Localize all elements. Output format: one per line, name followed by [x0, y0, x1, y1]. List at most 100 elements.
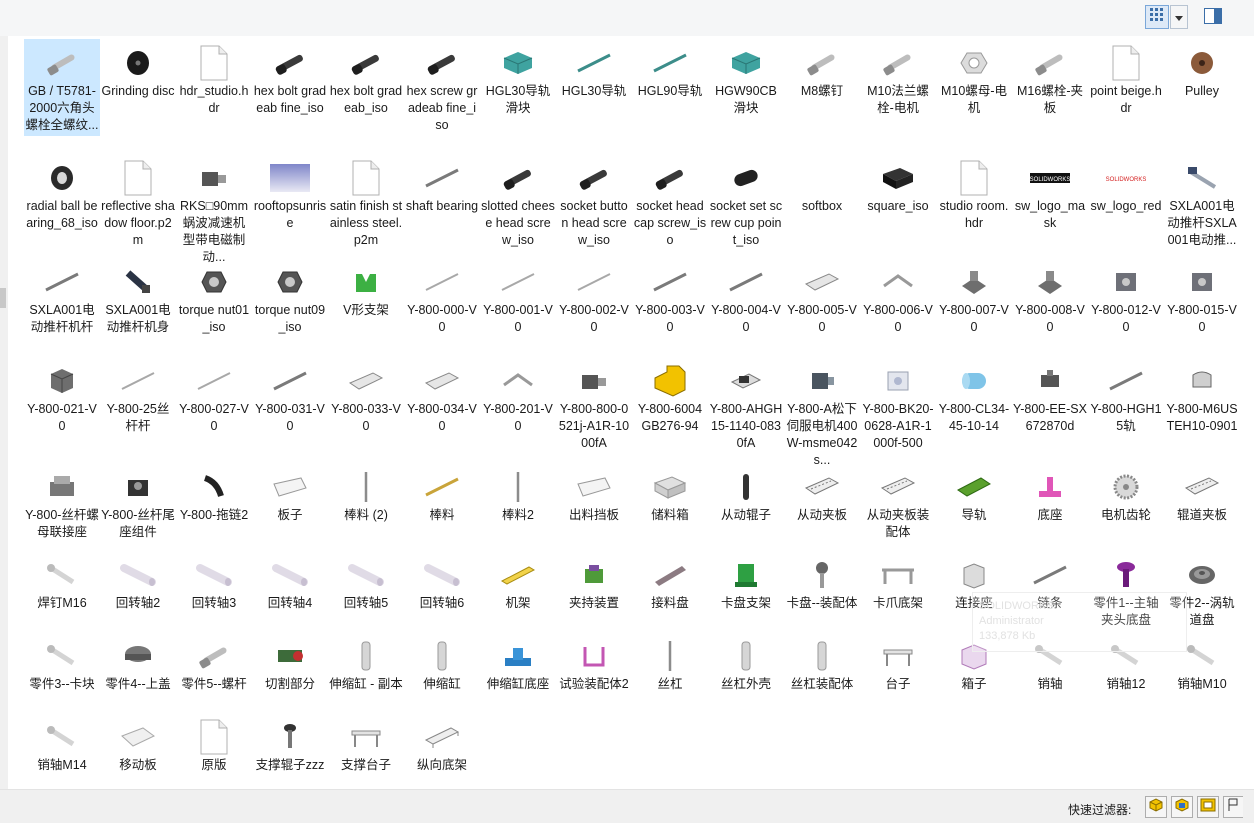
file-item[interactable]: 辊道夹板	[1164, 463, 1240, 526]
file-item[interactable]: socket set screw cup point_iso	[708, 154, 784, 251]
file-item[interactable]: Y-800-008-V0	[1012, 258, 1088, 338]
file-item[interactable]: 电机齿轮	[1088, 463, 1164, 526]
file-item[interactable]: softbox	[784, 154, 860, 217]
file-item[interactable]: Y-800-000-V0	[404, 258, 480, 338]
splitter-handle[interactable]	[0, 288, 6, 308]
file-item[interactable]: 支撑台子	[328, 713, 404, 776]
file-item[interactable]: 卡盘支架	[708, 551, 784, 614]
file-item[interactable]: 试验装配体2	[556, 632, 632, 695]
file-item[interactable]: 零件4--上盖	[100, 632, 176, 695]
file-item[interactable]: HGL30导轨 滑块	[480, 39, 556, 119]
file-item[interactable]: Y-800-005-V0	[784, 258, 860, 338]
file-item[interactable]: M8螺钉	[784, 39, 860, 102]
filter-assemblies-button[interactable]	[1171, 796, 1193, 818]
file-item[interactable]: 储料箱	[632, 463, 708, 526]
large-icons-view-button[interactable]	[1145, 5, 1169, 29]
file-item[interactable]: satin finish stainless steel.p2m	[328, 154, 404, 251]
file-item[interactable]: hdr_studio.hdr	[176, 39, 252, 119]
file-item[interactable]: Pulley	[1164, 39, 1240, 102]
file-item[interactable]: 棒料2	[480, 463, 556, 526]
file-item[interactable]: RKS□90mm蜗波减速机型带电磁制动...	[176, 154, 252, 268]
file-item[interactable]: Y-800-EE-SX672870d	[1012, 357, 1088, 437]
file-item[interactable]: torque nut09_iso	[252, 258, 328, 338]
file-item[interactable]: Y-800-6004 GB276-94	[632, 357, 708, 437]
file-item[interactable]: Y-800-丝杆螺母联接座	[24, 463, 100, 543]
file-item[interactable]: 夹持装置	[556, 551, 632, 614]
file-item[interactable]: shaft bearing	[404, 154, 480, 217]
file-item[interactable]: 导轨	[936, 463, 1012, 526]
file-item[interactable]: torque nut01_iso	[176, 258, 252, 338]
file-item[interactable]: 切割部分	[252, 632, 328, 695]
file-item[interactable]: 从动夹板装配体	[860, 463, 936, 543]
file-item[interactable]: 卡盘--装配体	[784, 551, 860, 614]
file-item[interactable]: 板子	[252, 463, 328, 526]
file-item[interactable]: V形支架	[328, 258, 404, 321]
file-item[interactable]: 原版	[176, 713, 252, 776]
file-item[interactable]: M10螺母-电机	[936, 39, 1012, 119]
file-item[interactable]: rooftopsunrise	[252, 154, 328, 234]
file-item[interactable]: Y-800-003-V0	[632, 258, 708, 338]
file-item[interactable]: Y-800-006-V0	[860, 258, 936, 338]
filter-parts-button[interactable]	[1145, 796, 1167, 818]
file-item[interactable]: HGW90CB滑块	[708, 39, 784, 119]
file-item[interactable]: radial ball bearing_68_iso	[24, 154, 100, 234]
file-item[interactable]: Y-800-021-V0	[24, 357, 100, 437]
file-item[interactable]: slotted cheese head screw_iso	[480, 154, 556, 251]
file-item[interactable]: SXLA001电动推杆机身	[100, 258, 176, 338]
preview-pane-button[interactable]	[1204, 8, 1224, 26]
file-item[interactable]: 从动夹板	[784, 463, 860, 526]
file-item[interactable]: socket button head screw_iso	[556, 154, 632, 251]
file-item[interactable]: Y-800-012-V0	[1088, 258, 1164, 338]
file-item[interactable]: hex screw gradeab fine_iso	[404, 39, 480, 136]
filter-drawings-button[interactable]	[1197, 796, 1219, 818]
file-item[interactable]: 伸缩缸 - 副本	[328, 632, 404, 695]
file-item[interactable]: 丝杠外壳	[708, 632, 784, 695]
file-item[interactable]: Y-800-001-V0	[480, 258, 556, 338]
file-item[interactable]: SXLA001电动推杆机杆	[24, 258, 100, 338]
file-item[interactable]: Y-800-033-V0	[328, 357, 404, 437]
file-item[interactable]: M10法兰螺栓-电机	[860, 39, 936, 119]
file-item[interactable]: GB / T5781-2000六角头螺栓全螺纹...	[24, 39, 100, 136]
file-item[interactable]: hex bolt gradeab fine_iso	[252, 39, 328, 119]
file-item[interactable]: Y-800-007-V0	[936, 258, 1012, 338]
file-item[interactable]: 回转轴4	[252, 551, 328, 614]
filter-top-level-button[interactable]	[1223, 796, 1243, 818]
view-dropdown-button[interactable]	[1170, 5, 1188, 29]
file-item[interactable]: Y-800-HGH15轨	[1088, 357, 1164, 437]
file-item[interactable]: Y-800-015-V0	[1164, 258, 1240, 338]
file-item[interactable]: 卡爪底架	[860, 551, 936, 614]
file-item[interactable]: Y-800-AHGH15-1140-0830fA	[708, 357, 784, 454]
file-item[interactable]: Y-800-CL34-45-10-14	[936, 357, 1012, 437]
file-item[interactable]: Y-800-004-V0	[708, 258, 784, 338]
file-item[interactable]: hex bolt gradeab_iso	[328, 39, 404, 119]
file-item[interactable]: point beige.hdr	[1088, 39, 1164, 119]
file-item[interactable]: 回转轴2	[100, 551, 176, 614]
file-item[interactable]: Y-800-BK20-0628-A1R-1000f-500	[860, 357, 936, 454]
file-item[interactable]: Y-800-034-V0	[404, 357, 480, 437]
file-item[interactable]: Grinding disc	[100, 39, 176, 102]
file-item[interactable]: reflective shadow floor.p2m	[100, 154, 176, 251]
file-item[interactable]: SXLA001电动推杆SXLA001电动推...	[1164, 154, 1240, 251]
file-item[interactable]: 伸缩缸底座	[480, 632, 556, 695]
file-item[interactable]: 出料挡板	[556, 463, 632, 526]
file-item[interactable]: Y-800-002-V0	[556, 258, 632, 338]
file-item[interactable]: socket head cap screw_iso	[632, 154, 708, 251]
file-item[interactable]: Y-800-201-V0	[480, 357, 556, 437]
file-item[interactable]: SOLIDWORKS sw_logo_mask	[1012, 154, 1088, 234]
file-item[interactable]: 伸缩缸	[404, 632, 480, 695]
file-item[interactable]: 丝杠	[632, 632, 708, 695]
file-item[interactable]: 回转轴5	[328, 551, 404, 614]
file-item[interactable]: Y-800-25丝杆杆	[100, 357, 176, 437]
file-item[interactable]: 支撑辊子zzz	[252, 713, 328, 776]
file-item[interactable]: 回转轴6	[404, 551, 480, 614]
file-item[interactable]: 回转轴3	[176, 551, 252, 614]
file-item[interactable]: Y-800-M6USTEH10-0901	[1164, 357, 1240, 437]
file-item[interactable]: 棒料 (2)	[328, 463, 404, 526]
file-item[interactable]: 纵向底架	[404, 713, 480, 776]
file-item[interactable]: studio room.hdr	[936, 154, 1012, 234]
file-item[interactable]: Y-800-800-0521j-A1R-1000fA	[556, 357, 632, 454]
file-item[interactable]: HGL90导轨	[632, 39, 708, 102]
file-item[interactable]: 从动辊子	[708, 463, 784, 526]
file-item[interactable]: Y-800-031-V0	[252, 357, 328, 437]
file-item[interactable]: 机架	[480, 551, 556, 614]
